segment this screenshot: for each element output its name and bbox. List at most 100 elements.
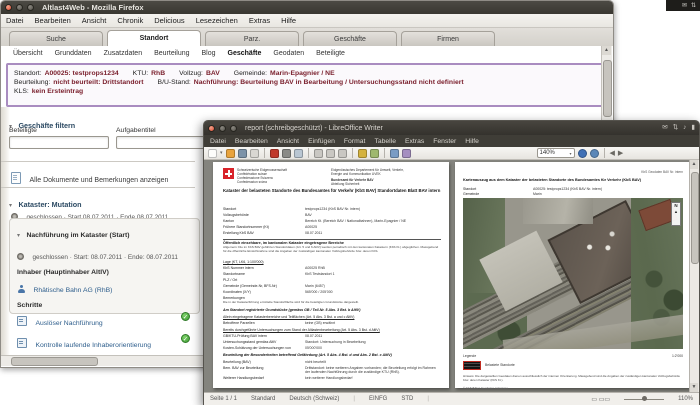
zoom-slider[interactable] <box>624 396 665 401</box>
inhaber-link[interactable]: Rhätische Bahn AG (RhB) <box>17 279 192 297</box>
menu-extras[interactable]: Extras <box>249 16 270 25</box>
docs-link[interactable]: Alle Dokumente und Bemerkungen anzeigen <box>11 169 168 187</box>
subtab-geodaten[interactable]: Geodaten <box>273 50 304 57</box>
menu-bearbeiten[interactable]: Bearbeiten <box>35 16 71 25</box>
status-language[interactable]: Deutsch (Schweiz) <box>289 396 339 402</box>
gallery-icon[interactable] <box>401 148 411 158</box>
document-area[interactable]: Schweizerische Eidgenossenschaft Confédé… <box>204 160 699 392</box>
menu-einfuegen[interactable]: Einfügen <box>308 138 335 145</box>
maximize-button[interactable] <box>230 124 237 132</box>
session-indicator-icon[interactable]: ▮ <box>691 124 695 132</box>
navigator-icon[interactable] <box>577 148 587 158</box>
scrollbar-thumb[interactable] <box>603 60 612 117</box>
menu-bearbeiten[interactable]: Bearbeiten <box>235 138 268 145</box>
network-indicator-icon[interactable]: ⇅ <box>691 3 696 9</box>
menu-tabelle[interactable]: Tabelle <box>374 138 396 145</box>
scroll-up-arrow[interactable]: ▲ <box>690 160 698 169</box>
maximize-button[interactable] <box>27 4 34 11</box>
table-icon[interactable] <box>389 148 399 158</box>
vertical-scrollbar[interactable]: ▲ ▼ <box>689 160 699 392</box>
tab-geschaefte[interactable]: Geschäfte <box>303 31 397 46</box>
chevron-down-icon[interactable]: ▾ <box>220 150 223 156</box>
close-button[interactable] <box>208 124 215 132</box>
dept-line: Abteilung Sicherheit <box>331 182 360 186</box>
writer-toolbar: ▾ 140% ▾ ◀ ▶ <box>204 147 699 160</box>
menu-chronik[interactable]: Chronik <box>117 16 143 25</box>
field-value: keine (GB) erwähnt <box>305 321 336 325</box>
nachfuehrung-header[interactable]: ▾ Nachführung im Kataster (Start) <box>17 224 192 242</box>
standort-value: A00025: testprops1234 <box>44 70 119 77</box>
next-page-icon[interactable]: ▶ <box>618 149 623 157</box>
writer-titlebar[interactable]: report (schreibgeschützt) - LibreOffice … <box>204 121 699 135</box>
menu-lesezeichen[interactable]: Lesezeichen <box>196 16 238 25</box>
export-pdf-icon[interactable] <box>269 148 279 158</box>
email-icon[interactable] <box>249 148 259 158</box>
cut-icon[interactable] <box>313 148 323 158</box>
subtab-beteiligte[interactable]: Beteiligte <box>316 50 345 57</box>
new-document-icon[interactable] <box>208 148 217 158</box>
previous-page-icon[interactable]: ◀ <box>610 149 615 157</box>
menu-ansicht[interactable]: Ansicht <box>82 16 107 25</box>
scroll-up-arrow[interactable]: ▲ <box>602 46 611 55</box>
undo-icon[interactable] <box>357 148 367 158</box>
scroll-down-arrow[interactable]: ▼ <box>690 383 698 392</box>
field-value: Bereich Kt. (Bereich BAV / Nationalbahne… <box>305 219 407 223</box>
mail-indicator-icon[interactable]: ✉ <box>682 3 687 9</box>
menu-hilfe[interactable]: Hilfe <box>465 138 479 145</box>
zoom-slider-thumb[interactable] <box>642 396 648 401</box>
step-kontrolle[interactable]: Kontrolle laufende Inhaberorientierung ✓ <box>17 334 192 352</box>
menu-delicious[interactable]: Delicious <box>154 16 184 25</box>
tab-firmen[interactable]: Firmen <box>401 31 495 46</box>
bustand-value: Nachführung: Beurteilung BAV in Bearbeit… <box>193 79 464 86</box>
vollzug-label: Vollzug: <box>179 70 203 77</box>
save-icon[interactable] <box>237 148 247 158</box>
beteiligte-input[interactable] <box>9 136 109 149</box>
page-preview-icon[interactable] <box>293 148 303 158</box>
field-label: Bem. BAV zur Beurteilung <box>223 366 264 370</box>
menu-extras[interactable]: Extras <box>405 138 424 145</box>
tab-parzellen[interactable]: Parz. <box>205 31 299 46</box>
step-ausloeser[interactable]: Auslöser Nachführung ✓ <box>17 312 192 330</box>
menu-format[interactable]: Format <box>344 138 366 145</box>
scrollbar-thumb[interactable] <box>691 172 699 264</box>
status-style[interactable]: Standard <box>251 396 275 402</box>
network-indicator-icon[interactable]: ⇅ <box>673 124 678 132</box>
subtab-blog[interactable]: Blog <box>202 50 216 57</box>
system-tray[interactable]: ✉ ⇅ <box>666 0 700 11</box>
menu-ansicht[interactable]: Ansicht <box>277 138 299 145</box>
redo-icon[interactable] <box>369 148 379 158</box>
subtab-grunddaten[interactable]: Grunddaten <box>55 50 92 57</box>
view-layout-icons[interactable]: ▭ ▭▭ <box>591 396 610 403</box>
status-selection-mode[interactable]: STD <box>401 396 413 402</box>
mail-indicator-icon[interactable]: ✉ <box>662 124 667 132</box>
scrollbar-thumb[interactable] <box>11 357 98 366</box>
paste-icon[interactable] <box>337 148 347 158</box>
bustand-label: B/U-Stand: <box>157 79 191 86</box>
minimize-button[interactable] <box>16 4 23 11</box>
field-label: Kanton <box>223 219 235 223</box>
menu-hilfe[interactable]: Hilfe <box>281 16 296 25</box>
subtab-uebersicht[interactable]: Übersicht <box>13 50 43 57</box>
zoom-combobox[interactable]: 140% ▾ <box>536 148 575 158</box>
task-icon <box>17 316 27 326</box>
hyperlink-icon[interactable] <box>589 148 599 158</box>
firefox-titlebar[interactable]: Altlast4Web - Mozilla Firefox <box>1 1 613 14</box>
menu-datei[interactable]: Datei <box>210 138 226 145</box>
open-icon[interactable] <box>225 148 235 158</box>
copy-icon[interactable] <box>325 148 335 158</box>
minimize-button[interactable] <box>219 124 226 132</box>
field-value: testprops1234 (KbS BAV Nr. intern) <box>305 207 360 211</box>
subtab-geschaefte[interactable]: Geschäfte <box>228 50 262 57</box>
subtab-beurteilung[interactable]: Beurteilung <box>154 50 189 57</box>
field-label: PLZ / Ort <box>223 278 238 282</box>
menu-datei[interactable]: Datei <box>6 16 24 25</box>
menu-fenster[interactable]: Fenster <box>433 138 456 145</box>
print-icon[interactable] <box>281 148 291 158</box>
tab-standort[interactable]: Standort <box>107 30 201 46</box>
tab-suche[interactable]: Suche <box>9 31 103 46</box>
status-insert-mode[interactable]: EINFG <box>369 396 387 402</box>
subtab-zusatzdaten[interactable]: Zusatzdaten <box>104 50 143 57</box>
close-button[interactable] <box>5 4 12 11</box>
sound-indicator-icon[interactable]: ♪ <box>683 124 686 132</box>
field-label: Standort <box>463 187 477 191</box>
